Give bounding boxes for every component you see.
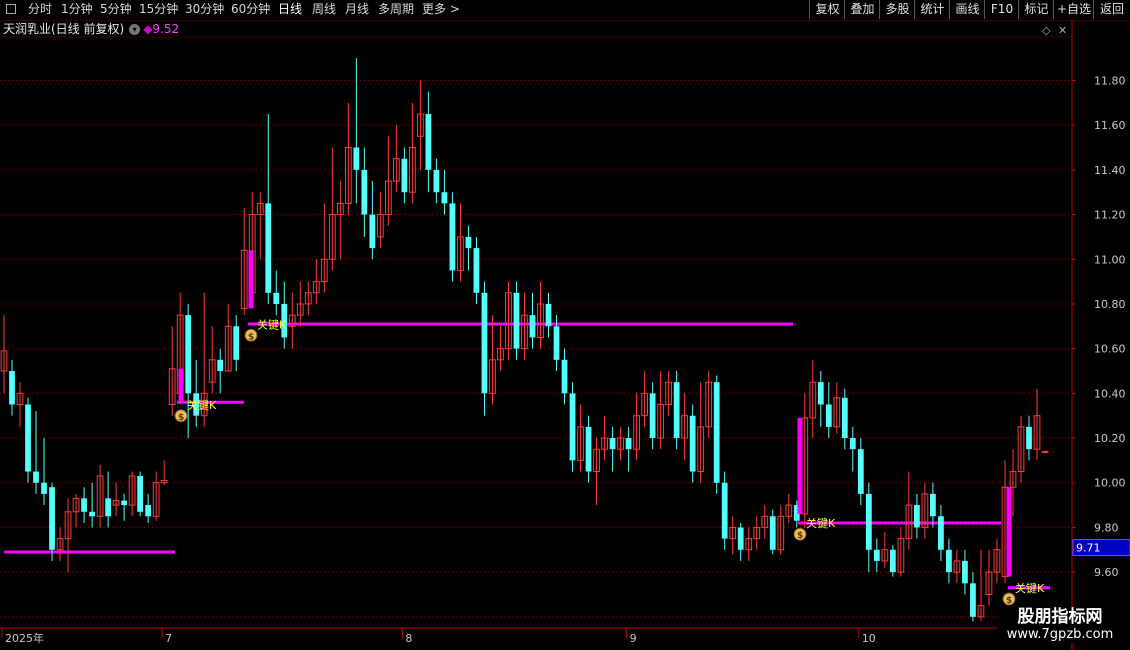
candle-body-down — [441, 192, 448, 204]
key-candle — [1006, 487, 1012, 577]
key-k-label: 关键K — [1015, 581, 1045, 595]
candle-body-down — [673, 382, 680, 439]
candle-body-down — [585, 426, 592, 472]
candle-body-down — [121, 500, 127, 506]
candle-body-down — [609, 438, 616, 450]
candle-body-down — [865, 493, 872, 550]
candle-body-down — [33, 471, 39, 483]
candle-body-down — [889, 549, 896, 573]
candle-body-down — [233, 326, 240, 360]
candle-body-down — [946, 549, 952, 573]
candle-body-down — [849, 438, 856, 450]
candle-body-down — [561, 359, 568, 394]
x-tick-label: 7 — [165, 632, 172, 645]
candle-body-down — [273, 292, 280, 304]
candle-body-down — [81, 498, 87, 512]
candle-body-down — [769, 516, 776, 550]
money-bag-glyph: $ — [797, 531, 803, 541]
candle-body-down — [425, 113, 432, 170]
key-candle — [797, 417, 803, 515]
money-bag-glyph: $ — [248, 332, 254, 342]
watermark-url: www.7gpzb.com — [1006, 627, 1114, 642]
candle-body-down — [713, 382, 720, 483]
candle-body-down — [721, 482, 728, 539]
grid-layer — [0, 79, 1072, 618]
candle-body-down — [481, 292, 488, 394]
axis-layer: 9.409.609.8010.0010.2010.4010.6010.8011.… — [0, 20, 1126, 650]
candle-layer — [0, 58, 1049, 622]
watermark: 股朋指标网 www.7gpzb.com — [998, 607, 1122, 642]
candle-body-down — [1026, 426, 1032, 450]
y-tick-label: 9.60 — [1094, 566, 1119, 579]
key-k-label: 关键K — [806, 516, 836, 530]
candle-body-down — [465, 236, 472, 249]
candle-body-down — [625, 438, 632, 450]
y-tick-label: 10.20 — [1094, 432, 1126, 445]
y-tick-label: 11.40 — [1094, 164, 1126, 177]
candle-body-down — [145, 505, 152, 517]
watermark-title: 股朋指标网 — [1017, 607, 1103, 627]
candle-body-down — [962, 560, 968, 584]
x-tick-label: 10 — [862, 632, 876, 645]
candle-body-down — [449, 203, 456, 271]
y-tick-label: 10.40 — [1094, 387, 1126, 400]
key-candle — [248, 250, 254, 309]
candle-body-down — [938, 516, 944, 550]
y-tick-label: 10.60 — [1094, 343, 1126, 356]
candle-body-down — [353, 147, 360, 170]
candle-body-down — [913, 505, 920, 528]
y-tick-label: 11.80 — [1094, 74, 1126, 87]
y-tick-label: 10.00 — [1094, 477, 1126, 490]
candle-body-down — [569, 393, 576, 461]
candle-body-down — [553, 326, 560, 360]
candle-body-down — [217, 359, 224, 371]
x-tick-label: 2025年 — [5, 631, 44, 645]
money-bag-glyph: $ — [1006, 596, 1012, 606]
y-tick-label: 10.80 — [1094, 298, 1126, 311]
x-tick-label: 8 — [405, 632, 412, 645]
candle-body-down — [265, 203, 272, 293]
x-tick-label: 9 — [630, 632, 637, 645]
key-k-label: 关键K — [187, 398, 217, 412]
candle-body-down — [529, 315, 536, 338]
y-tick-label: 9.80 — [1094, 521, 1119, 534]
candle-body-down — [930, 493, 936, 517]
candle-body-down — [185, 315, 192, 394]
candle-body-down — [361, 169, 368, 215]
price-tag-layer: 9.71 — [1072, 539, 1130, 557]
candle-body-down — [817, 382, 824, 405]
candle-body-down — [649, 393, 656, 439]
candle-body-down — [970, 583, 976, 617]
candle-body-down — [873, 549, 880, 561]
key-k-label: 关键K — [257, 317, 287, 331]
candle-body-down — [25, 404, 31, 472]
candle-body-down — [473, 248, 480, 293]
candle-body-down — [41, 482, 47, 494]
candle-body-down — [545, 303, 552, 327]
candle-body-down — [737, 527, 744, 550]
y-tick-label: 11.60 — [1094, 119, 1126, 132]
kline-chart[interactable]: $关键K$关键K$关键K$关键K 9.409.609.8010.0010.201… — [0, 0, 1130, 650]
candle-body-down — [513, 292, 520, 349]
candle-body-up — [1041, 450, 1049, 453]
candle-body-down — [89, 511, 95, 517]
candle-body-down — [137, 476, 144, 512]
candle-body-down — [49, 487, 55, 550]
key-candle — [178, 368, 184, 403]
candle-body-down — [9, 370, 15, 405]
candle-body-down — [825, 404, 832, 427]
candle-body-down — [105, 498, 111, 517]
money-bag-glyph: $ — [178, 413, 184, 423]
candle-body-down — [433, 169, 440, 193]
candle-body-down — [857, 449, 864, 494]
candle-body-down — [689, 415, 696, 472]
current-price-text: 9.71 — [1076, 542, 1101, 555]
y-tick-label: 11.00 — [1094, 253, 1126, 266]
candle-body-down — [841, 397, 848, 439]
candle-body-down — [369, 214, 376, 249]
candle-body-down — [401, 158, 408, 193]
y-tick-label: 11.20 — [1094, 209, 1126, 222]
